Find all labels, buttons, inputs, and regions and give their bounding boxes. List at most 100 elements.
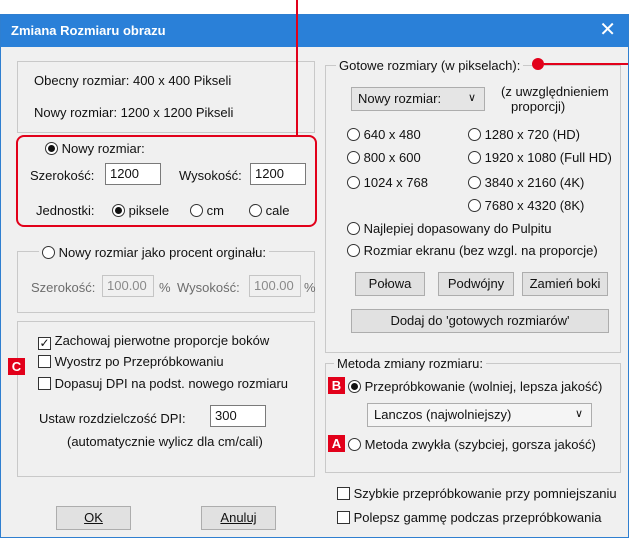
adjust-dpi-checkbox[interactable]: Dopasuj DPI na podst. nowego rozmiaru (38, 376, 288, 391)
filter-dropdown[interactable]: Lanczos (najwolniejszy) ∨ (367, 403, 592, 427)
swap-button[interactable]: Zamień boki (522, 272, 608, 296)
half-button[interactable]: Połowa (355, 272, 425, 296)
height-label: Wysokość: (179, 168, 242, 183)
simple-method-label: Metoda zwykła (szybciej, gorsza jakość) (364, 437, 596, 452)
unit-inch-dot[interactable] (249, 204, 262, 217)
dpi-input[interactable]: 300 (210, 405, 266, 427)
sharpen-label: Wyostrz po Przepróbkowaniu (54, 354, 224, 369)
dialog-title: Zmiana Rozmiaru obrazu (11, 23, 166, 38)
preset-best-fit[interactable]: Najlepiej dopasowany do Pulpitu (347, 221, 552, 236)
dpi-note: (automatycznie wylicz dla cm/cali) (67, 434, 263, 449)
sharpen-checkbox[interactable]: Wyostrz po Przepróbkowaniu (38, 354, 224, 369)
chevron-down-icon: ∨ (574, 408, 583, 420)
preset-800-dot[interactable] (347, 151, 360, 164)
fast-downscale-box[interactable] (337, 487, 350, 500)
simple-method-dot[interactable] (348, 438, 361, 451)
badge-c: C (8, 358, 25, 375)
preset-1920-dot[interactable] (468, 151, 481, 164)
simple-method-radio[interactable]: Metoda zwykła (szybciej, gorsza jakość) (348, 437, 596, 452)
preset-3840-label: 3840 x 2160 (4K) (484, 175, 585, 190)
preset-640[interactable]: 640 x 480 (347, 127, 421, 142)
double-button[interactable]: Podwójny (438, 272, 514, 296)
presets-legend: Gotowe rozmiary (w pikselach): (336, 58, 524, 73)
method-legend: Metoda zmiany rozmiaru: (334, 356, 486, 371)
width-label: Szerokość: (30, 168, 95, 183)
preset-1920[interactable]: 1920 x 1080 (Full HD) (468, 150, 612, 165)
preset-640-dot[interactable] (347, 128, 360, 141)
unit-inch-radio[interactable]: cale (249, 203, 289, 218)
fast-downscale-checkbox[interactable]: Szybkie przepróbkowanie przy pomniejszan… (337, 486, 617, 501)
check-icon[interactable]: ✓ (38, 337, 51, 350)
unit-cm-dot[interactable] (190, 204, 203, 217)
height-input[interactable]: 1200 (250, 163, 306, 185)
cancel-label: Anuluj (220, 510, 257, 525)
preset-7680-label: 7680 x 4320 (8K) (484, 198, 585, 213)
keep-proportions-checkbox[interactable]: ✓ Zachowaj pierwotne proporcje boków (38, 333, 269, 350)
resample-radio-dot[interactable] (348, 380, 361, 393)
preset-640-label: 640 x 480 (363, 127, 421, 142)
percent-width-unit: % (159, 280, 171, 295)
preset-screen[interactable]: Rozmiar ekranu (bez wzgl. na proporcje) (347, 243, 598, 258)
percent-height-label: Wysokość: (177, 280, 240, 295)
preset-7680[interactable]: 7680 x 4320 (8K) (468, 198, 584, 213)
percent-radio[interactable]: Nowy rozmiar jako procent orginału: (39, 245, 269, 260)
chevron-down-icon: ∨ (467, 92, 476, 104)
preset-3840-dot[interactable] (468, 176, 481, 189)
title-bar: Zmiana Rozmiaru obrazu ✕ (1, 15, 628, 47)
resize-dialog: Zmiana Rozmiaru obrazu ✕ Obecny rozmiar:… (0, 14, 629, 538)
new-size-radio[interactable]: Nowy rozmiar: (45, 141, 145, 156)
info-group (17, 61, 315, 133)
close-icon[interactable]: ✕ (599, 19, 616, 41)
unit-cm-radio[interactable]: cm (190, 203, 224, 218)
percent-height-unit: % (304, 280, 316, 295)
dpi-label: Ustaw rozdzielczość DPI: (39, 411, 186, 426)
preset-1280[interactable]: 1280 x 720 (HD) (468, 127, 580, 142)
sharpen-box[interactable] (38, 355, 51, 368)
preset-note-1: (z uwzględnieniem (501, 84, 609, 99)
new-size-text: Nowy rozmiar: 1200 x 1200 Pikseli (34, 105, 234, 120)
new-size-radio-label: Nowy rozmiar: (61, 141, 145, 156)
preset-best-fit-label: Najlepiej dopasowany do Pulpitu (363, 221, 552, 236)
preset-dropdown[interactable]: Nowy rozmiar: ∨ (351, 87, 485, 111)
new-size-radio-dot[interactable] (45, 142, 58, 155)
preset-800[interactable]: 800 x 600 (347, 150, 421, 165)
unit-pixels-dot[interactable] (112, 204, 125, 217)
preset-best-fit-dot[interactable] (347, 222, 360, 235)
percent-radio-dot[interactable] (42, 246, 55, 259)
unit-pixels-label: piksele (128, 203, 170, 218)
cancel-button[interactable]: Anuluj (201, 506, 276, 530)
preset-screen-dot[interactable] (347, 244, 360, 257)
current-size-text: Obecny rozmiar: 400 x 400 Pikseli (34, 73, 232, 88)
badge-a: A (328, 435, 345, 452)
width-input[interactable]: 1200 (105, 163, 161, 185)
adjust-dpi-box[interactable] (38, 377, 51, 390)
unit-pixels-radio[interactable]: piksele (112, 203, 169, 218)
preset-screen-label: Rozmiar ekranu (bez wzgl. na proporcje) (363, 243, 598, 258)
adjust-dpi-label: Dopasuj DPI na podst. nowego rozmiaru (54, 376, 289, 391)
preset-3840[interactable]: 3840 x 2160 (4K) (468, 175, 584, 190)
preset-note-2: proporcji) (511, 99, 566, 114)
preset-1280-dot[interactable] (468, 128, 481, 141)
annotation-line-top (296, 0, 298, 136)
annotation-dot (532, 58, 544, 70)
preset-7680-dot[interactable] (468, 199, 481, 212)
add-preset-button[interactable]: Dodaj do 'gotowych rozmiarów' (351, 309, 609, 333)
preset-1920-label: 1920 x 1080 (Full HD) (484, 150, 612, 165)
preset-800-label: 800 x 600 (363, 150, 421, 165)
gamma-checkbox[interactable]: Polepsz gammę podczas przepróbkowania (337, 510, 601, 525)
badge-b: B (328, 377, 345, 394)
percent-radio-label: Nowy rozmiar jako procent orginału: (58, 245, 266, 260)
percent-width-label: Szerokość: (31, 280, 96, 295)
preset-1024-dot[interactable] (347, 176, 360, 189)
preset-dropdown-value: Nowy rozmiar: (358, 91, 442, 106)
unit-inch-label: cale (265, 203, 290, 218)
percent-height-input[interactable]: 100.00 (249, 275, 301, 297)
gamma-box[interactable] (337, 511, 350, 524)
preset-1024[interactable]: 1024 x 768 (347, 175, 428, 190)
keep-proportions-label: Zachowaj pierwotne proporcje boków (54, 333, 270, 348)
percent-width-input[interactable]: 100.00 (102, 275, 154, 297)
preset-1280-label: 1280 x 720 (HD) (484, 127, 581, 142)
units-label: Jednostki: (36, 203, 95, 218)
ok-button[interactable]: OK (56, 506, 131, 530)
resample-radio[interactable]: Przepróbkowanie (wolniej, lepsza jakość) (348, 379, 602, 394)
